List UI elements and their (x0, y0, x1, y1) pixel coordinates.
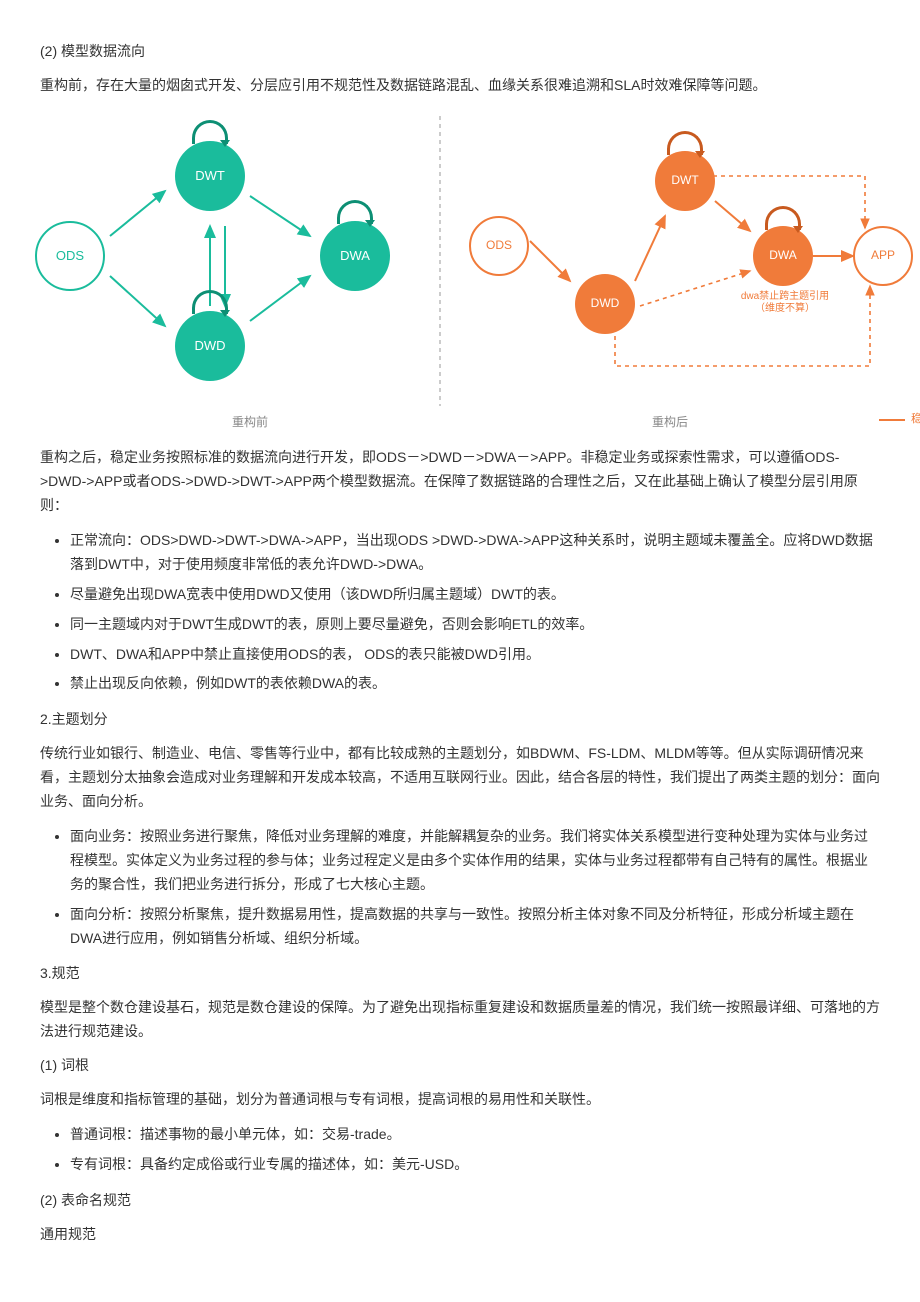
rule-item: 同一主题域内对于DWT生成DWT的表，原则上要尽量避免，否则会影响ETL的效率。 (70, 613, 880, 637)
node-dwt: DWT (655, 151, 715, 211)
selfloop-icon (192, 290, 228, 314)
caption-row: 重构前 重构后 (40, 412, 880, 432)
vertical-divider (439, 116, 441, 406)
paragraph-after: 重构之后，稳定业务按照标准的数据流向进行开发，即ODS－>DWD－>DWA－>A… (40, 446, 880, 517)
legend-stable-label: 稳定业务 (911, 412, 920, 427)
legend: 稳定业务 (879, 412, 920, 427)
node-dwd: DWD (175, 311, 245, 381)
selfloop-icon (337, 200, 373, 224)
roots-list: 普通词根：描述事物的最小单元体，如：交易-trade。 专有词根：具备约定成俗或… (70, 1123, 880, 1177)
topic-item: 面向业务：按照业务进行聚焦，降低对业务理解的难度，并能解耦复杂的业务。我们将实体… (70, 825, 880, 896)
section-heading-topic: 2.主题划分 (40, 708, 880, 732)
node-ods: ODS (35, 221, 105, 291)
caption-before: 重构前 (40, 412, 460, 432)
node-dwa: DWA (320, 221, 390, 291)
section-heading: (2) 模型数据流向 (40, 40, 880, 64)
caption-after: 重构后 (460, 412, 880, 432)
diagram-after: ODS DWD DWT DWA APP dwa禁止跨主题引用（维度不算） 稳定业… (455, 116, 895, 406)
rule-item: 禁止出现反向依赖，例如DWT的表依赖DWA的表。 (70, 672, 880, 696)
node-dwt: DWT (175, 141, 245, 211)
selfloop-icon (765, 206, 801, 230)
paragraph-topic: 传统行业如银行、制造业、电信、零售等行业中，都有比较成熟的主题划分，如BDWM、… (40, 742, 880, 813)
topics-list: 面向业务：按照业务进行聚焦，降低对业务理解的难度，并能解耦复杂的业务。我们将实体… (70, 825, 880, 950)
rules-list: 正常流向：ODS>DWD->DWT->DWA->APP，当出现ODS >DWD-… (70, 529, 880, 696)
node-app: APP (853, 226, 913, 286)
selfloop-icon (192, 120, 228, 144)
subheading-naming: (2) 表命名规范 (40, 1189, 880, 1213)
note-dwa-restriction: dwa禁止跨主题引用（维度不算） (735, 291, 835, 315)
paragraph-naming-sub: 通用规范 (40, 1223, 880, 1247)
paragraph-root: 词根是维度和指标管理的基础，划分为普通词根与专有词根，提高词根的易用性和关联性。 (40, 1088, 880, 1112)
root-item: 普通词根：描述事物的最小单元体，如：交易-trade。 (70, 1123, 880, 1147)
diagram-before: ODS DWT DWD DWA (25, 116, 425, 406)
rule-item: 正常流向：ODS>DWD->DWT->DWA->APP，当出现ODS >DWD-… (70, 529, 880, 577)
node-ods: ODS (469, 216, 529, 276)
diagram-container: ODS DWT DWD DWA (40, 116, 880, 406)
root-item: 专有词根：具备约定成俗或行业专属的描述体，如：美元-USD。 (70, 1153, 880, 1177)
legend-line-icon (879, 419, 905, 421)
paragraph-before: 重构前，存在大量的烟囱式开发、分层应引用不规范性及数据链路混乱、血缘关系很难追溯… (40, 74, 880, 98)
topic-item: 面向分析：按照分析聚焦，提升数据易用性，提高数据的共享与一致性。按照分析主体对象… (70, 903, 880, 951)
rule-item: DWT、DWA和APP中禁止直接使用ODS的表， ODS的表只能被DWD引用。 (70, 643, 880, 667)
node-dwd: DWD (575, 274, 635, 334)
subheading-root: (1) 词根 (40, 1054, 880, 1078)
paragraph-spec: 模型是整个数仓建设基石，规范是数仓建设的保障。为了避免出现指标重复建设和数据质量… (40, 996, 880, 1044)
rule-item: 尽量避免出现DWA宽表中使用DWD又使用（该DWD所归属主题域）DWT的表。 (70, 583, 880, 607)
section-heading-spec: 3.规范 (40, 962, 880, 986)
selfloop-icon (667, 131, 703, 155)
node-dwa: DWA (753, 226, 813, 286)
